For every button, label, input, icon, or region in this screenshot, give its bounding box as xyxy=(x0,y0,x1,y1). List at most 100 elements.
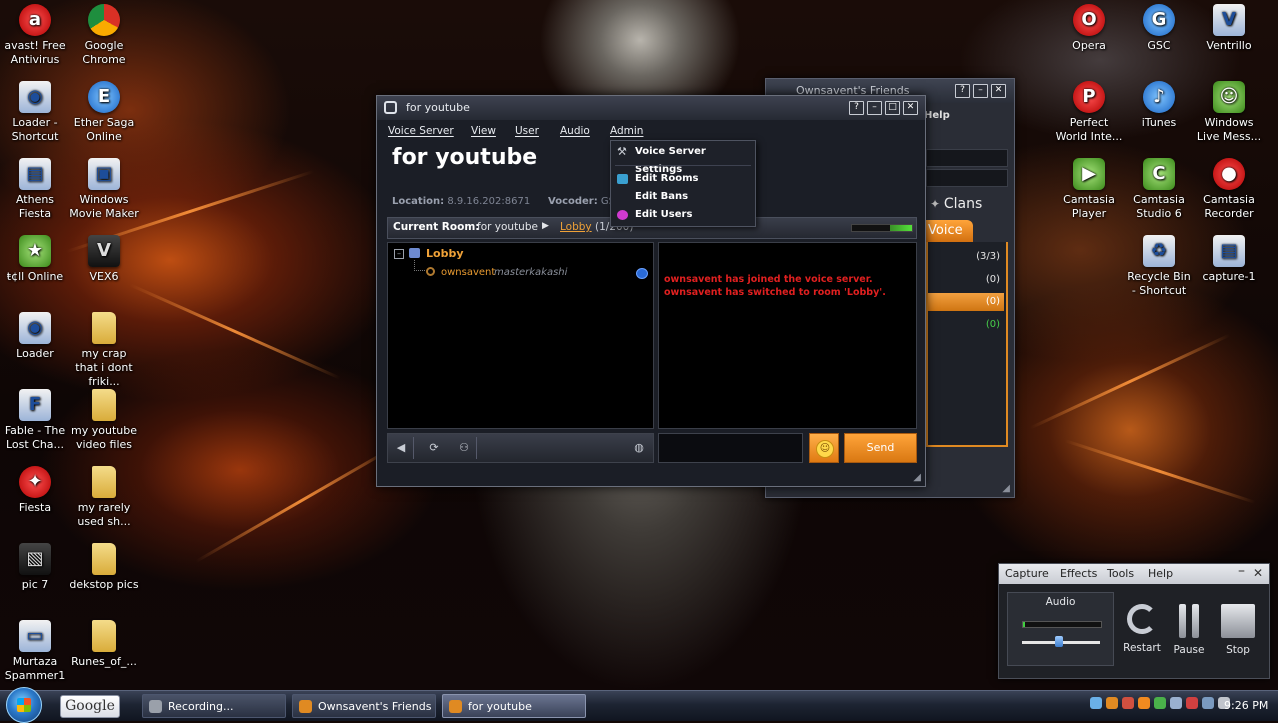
desktop-icon-pic7[interactable]: ▧ pic 7 xyxy=(0,543,70,592)
tree-user-comment: masterkakashi xyxy=(494,267,568,278)
messenger-icon[interactable] xyxy=(1154,697,1166,709)
menu-item-edit-rooms[interactable]: Edit Rooms xyxy=(611,170,755,188)
menu-effects[interactable]: Effects xyxy=(1060,567,1097,580)
app-icon: ▭ xyxy=(19,620,51,652)
list-item[interactable]: (0) xyxy=(928,293,1004,311)
desktop-icon-folder-youtube[interactable]: my youtube video files xyxy=(69,389,139,452)
desktop-icon-loader-shortcut[interactable]: ◉ Loader - Shortcut xyxy=(0,81,70,144)
friends-help-menu[interactable]: Help xyxy=(924,110,950,121)
friends-search-field[interactable] xyxy=(926,149,1008,167)
gsc-icon: G xyxy=(1143,4,1175,36)
desktop-icon-loader[interactable]: ◉ Loader xyxy=(0,312,70,361)
emoji-button[interactable]: ☺ xyxy=(809,433,839,463)
desktop-icon-perfect-world[interactable]: P Perfect World Inte... xyxy=(1054,81,1124,144)
menu-help[interactable]: Help xyxy=(1148,567,1173,580)
desktop-icon-avast[interactable]: a avast! Free Antivirus xyxy=(0,4,70,67)
back-icon[interactable]: ◀ xyxy=(392,439,410,457)
display-icon[interactable] xyxy=(1170,697,1182,709)
recorder-widget[interactable]: Capture Effects Tools Help – ✕ Audio Res… xyxy=(998,563,1270,679)
tab-clans[interactable]: ✦ Clans xyxy=(930,192,1002,216)
pause-button[interactable]: Pause xyxy=(1164,604,1214,656)
menu-view[interactable]: View xyxy=(471,125,496,137)
resize-grip-icon[interactable]: ◢ xyxy=(1002,483,1010,494)
desktop-icon-folder-runes[interactable]: Runes_of_... xyxy=(69,620,139,669)
desktop-icon-live-messenger[interactable]: ☺ Windows Live Mess... xyxy=(1194,81,1264,144)
close-icon[interactable]: ✕ xyxy=(1253,566,1263,580)
list-item[interactable]: (0) xyxy=(928,271,1004,289)
desktop-icon-ether-saga[interactable]: E Ether Saga Online xyxy=(69,81,139,144)
minimize-icon[interactable]: – xyxy=(1238,563,1245,579)
maximize-button[interactable]: □ xyxy=(885,101,900,115)
record-icon[interactable] xyxy=(1186,697,1198,709)
chat-icon[interactable]: ◍ xyxy=(630,439,648,457)
desktop-icon-athens-fiesta[interactable]: ▤ Athens Fiesta xyxy=(0,158,70,221)
desktop-icon-gsc[interactable]: G GSC xyxy=(1124,4,1194,53)
desktop-icon-capture-1[interactable]: ▤ capture-1 xyxy=(1194,235,1264,284)
menu-tools[interactable]: Tools xyxy=(1107,567,1134,580)
friends-status-dropdown[interactable] xyxy=(926,169,1008,187)
refresh-icon[interactable]: ⟳ xyxy=(425,439,443,457)
tree-user-name[interactable]: ownsavent xyxy=(441,267,495,278)
desktop-icon-folder-pics[interactable]: dekstop pics xyxy=(69,543,139,592)
close-button[interactable]: ✕ xyxy=(991,84,1006,98)
desktop-icon-fable[interactable]: F Fable - The Lost Cha... xyxy=(0,389,70,452)
tab-voice[interactable]: Voice xyxy=(926,220,973,242)
network-icon[interactable] xyxy=(1090,697,1102,709)
restart-button[interactable]: Restart xyxy=(1117,604,1167,654)
room-tree[interactable]: – Lobby ownsavent masterkakashi xyxy=(387,242,654,429)
help-button[interactable]: ? xyxy=(955,84,970,98)
menu-item-edit-users[interactable]: Edit Users xyxy=(611,206,755,224)
avast-icon: a xyxy=(19,4,51,36)
audio-volume-slider[interactable] xyxy=(1055,636,1063,647)
taskbar-item-for-youtube[interactable]: for youtube xyxy=(442,694,586,718)
desktop-icon-opera[interactable]: O Opera xyxy=(1054,4,1124,53)
desktop-icon-folder-rarely[interactable]: my rarely used sh... xyxy=(69,466,139,529)
camtasia-recorder-icon: ● xyxy=(1213,158,1245,190)
desktop-icon-camtasia-player[interactable]: ▶ Camtasia Player xyxy=(1054,158,1124,221)
taskbar-item-friends[interactable]: Ownsavent's Friends xyxy=(292,694,436,718)
desktop-icon-ventrillo[interactable]: V Ventrillo xyxy=(1194,4,1264,53)
send-button[interactable]: Send xyxy=(844,433,917,463)
resize-grip-icon[interactable]: ◢ xyxy=(913,472,921,483)
current-room-link[interactable]: Lobby xyxy=(560,221,592,233)
desktop-icon-movie-maker[interactable]: ▣ Windows Movie Maker xyxy=(69,158,139,221)
network-status-icon[interactable] xyxy=(1202,697,1214,709)
chat-input[interactable] xyxy=(658,433,803,463)
menu-item-voice-server-settings[interactable]: ⚒ Voice Server Settings xyxy=(611,143,755,175)
desktop-icon-fiesta[interactable]: ✦ Fiesta xyxy=(0,466,70,515)
menu-bar: Voice Server View User Audio Admin xyxy=(377,122,925,142)
menu-voice-server[interactable]: Voice Server xyxy=(388,125,454,137)
users-icon[interactable]: ⚇ xyxy=(455,439,473,457)
chat-tray-icon[interactable] xyxy=(1106,697,1118,709)
taskbar-item-recording[interactable]: Recording... xyxy=(142,694,286,718)
desktop-icon-itunes[interactable]: ♪ iTunes xyxy=(1124,81,1194,130)
minimize-button[interactable]: – xyxy=(973,84,988,98)
desktop-icon-murtaza-spammer[interactable]: ▭ Murtaza Spammer1 xyxy=(0,620,70,683)
audio-level-meter xyxy=(1022,621,1102,628)
shield-icon[interactable] xyxy=(1122,697,1134,709)
collapse-icon[interactable]: – xyxy=(394,249,404,259)
menu-capture[interactable]: Capture xyxy=(1005,567,1049,580)
minimize-button[interactable]: – xyxy=(867,101,882,115)
desktop-icon-vex6[interactable]: V VEX6 xyxy=(69,235,139,284)
list-item[interactable]: (0) xyxy=(928,316,1004,334)
desktop-icon-folder-crap[interactable]: my crap that i dont friki... xyxy=(69,312,139,389)
desktop-icon-recycle-bin[interactable]: ♻ Recycle Bin - Shortcut xyxy=(1124,235,1194,298)
help-button[interactable]: ? xyxy=(849,101,864,115)
voice-title-bar[interactable]: for youtube xyxy=(377,96,925,120)
google-toolbar-button[interactable]: Google xyxy=(60,695,120,718)
menu-item-edit-bans[interactable]: Edit Bans xyxy=(611,188,755,206)
start-button[interactable] xyxy=(6,687,42,723)
browser-icon[interactable] xyxy=(1138,697,1150,709)
menu-audio[interactable]: Audio xyxy=(560,125,590,137)
list-item[interactable]: (3/3) xyxy=(928,248,1004,266)
desktop-icon-online-game[interactable]: ★ ŧ¢ll Online xyxy=(0,235,70,284)
close-button[interactable]: ✕ xyxy=(903,101,918,115)
desktop-icon-camtasia-recorder[interactable]: ● Camtasia Recorder xyxy=(1194,158,1264,221)
desktop-icon-chrome[interactable]: Google Chrome xyxy=(69,4,139,67)
tree-room-lobby[interactable]: Lobby xyxy=(426,247,464,260)
desktop-icon-camtasia-studio[interactable]: C Camtasia Studio 6 xyxy=(1124,158,1194,221)
menu-admin[interactable]: Admin xyxy=(610,125,643,137)
menu-user[interactable]: User xyxy=(515,125,539,137)
stop-button[interactable]: Stop xyxy=(1213,604,1263,656)
